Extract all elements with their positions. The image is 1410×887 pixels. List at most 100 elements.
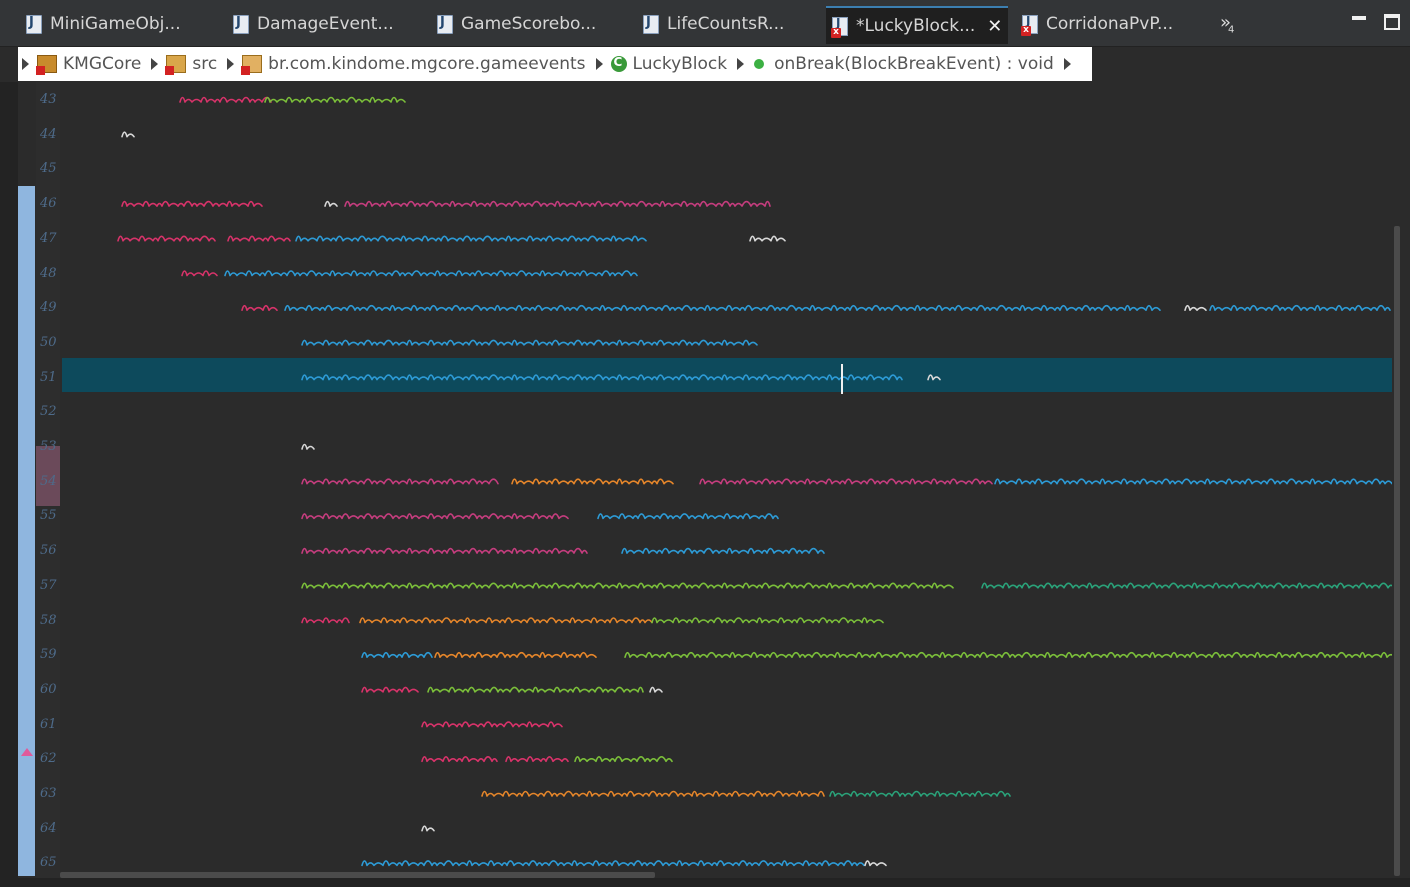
editor-bottom-edge bbox=[0, 878, 1410, 887]
code-token bbox=[361, 651, 433, 658]
overflow-count: 4 bbox=[1228, 24, 1235, 36]
chevron-right-icon[interactable] bbox=[151, 58, 159, 70]
tab-damageevent[interactable]: DamageEvent... bbox=[233, 6, 394, 42]
code-token bbox=[981, 582, 1392, 589]
minimize-icon[interactable] bbox=[1352, 16, 1366, 20]
line-number: 65 bbox=[40, 855, 57, 871]
obscured-code-text bbox=[117, 96, 1392, 867]
code-token bbox=[179, 96, 272, 103]
code-token bbox=[301, 513, 569, 520]
code-token bbox=[574, 756, 673, 763]
code-token bbox=[181, 270, 218, 277]
source-folder-icon bbox=[165, 55, 187, 75]
breadcrumb-label: LuckyBlock bbox=[632, 54, 728, 74]
code-token bbox=[324, 200, 338, 207]
code-token bbox=[597, 513, 779, 520]
code-token bbox=[421, 756, 498, 763]
code-token bbox=[1184, 304, 1207, 311]
chevron-right-icon[interactable] bbox=[737, 58, 745, 70]
line-number: 43 bbox=[40, 92, 57, 107]
chevron-right-icon[interactable] bbox=[227, 58, 235, 70]
line-number: 52 bbox=[40, 404, 57, 420]
vertical-scroll-thumb[interactable] bbox=[1394, 226, 1400, 876]
breadcrumb-package[interactable]: br.com.kindome.mgcore.gameevents bbox=[238, 47, 591, 81]
line-number: 59 bbox=[40, 647, 57, 663]
text-caret bbox=[841, 364, 843, 394]
breadcrumb-label: KMGCore bbox=[63, 54, 142, 74]
line-number: 46 bbox=[40, 196, 57, 212]
line-number: 56 bbox=[40, 543, 57, 559]
code-token bbox=[511, 478, 674, 485]
code-token bbox=[649, 686, 663, 693]
code-token bbox=[301, 617, 350, 624]
editor-left-margin bbox=[0, 82, 18, 887]
code-token bbox=[359, 617, 653, 624]
breadcrumb-label: br.com.kindome.mgcore.gameevents bbox=[268, 54, 586, 74]
quick-diff-bar bbox=[18, 186, 35, 876]
code-token bbox=[505, 756, 569, 763]
java-file-icon bbox=[437, 14, 453, 34]
line-number: 48 bbox=[40, 265, 57, 281]
breadcrumb-project[interactable]: KMGCore bbox=[33, 47, 147, 81]
tab-corridonapvp[interactable]: CorridonaPvP... bbox=[1021, 6, 1174, 42]
code-token bbox=[301, 374, 903, 381]
code-token bbox=[241, 304, 278, 311]
chevron-right-icon[interactable] bbox=[22, 58, 29, 70]
tab-label: *LuckyBlock... bbox=[856, 16, 976, 36]
code-token bbox=[301, 547, 588, 554]
tab-gamescoreboard[interactable]: GameScorebo... bbox=[437, 6, 596, 42]
code-token bbox=[829, 790, 1011, 797]
line-number: 61 bbox=[40, 716, 57, 732]
code-token bbox=[117, 235, 216, 242]
tab-label: GameScorebo... bbox=[461, 14, 597, 34]
code-token bbox=[295, 235, 647, 242]
line-number: 57 bbox=[40, 577, 57, 593]
override-marker-icon[interactable] bbox=[21, 748, 33, 756]
breadcrumb: KMGCore src br.com.kindome.mgcore.gameev… bbox=[18, 47, 1092, 81]
tab-minigameobj[interactable]: MiniGameObj... bbox=[26, 6, 181, 42]
code-token bbox=[224, 270, 638, 277]
tab-luckyblock[interactable]: *LuckyBlock... ✕ bbox=[826, 6, 1009, 44]
java-file-icon bbox=[643, 14, 659, 34]
line-number: 51 bbox=[40, 369, 57, 385]
breadcrumb-class[interactable]: LuckyBlock bbox=[607, 47, 734, 81]
chevron-right-icon[interactable] bbox=[1063, 58, 1071, 70]
close-icon[interactable]: ✕ bbox=[987, 16, 1002, 37]
code-token bbox=[301, 582, 954, 589]
maximize-icon[interactable] bbox=[1384, 14, 1400, 30]
code-token bbox=[361, 686, 419, 693]
line-number: 54 bbox=[40, 473, 57, 489]
chevron-double-right-icon: » bbox=[1220, 12, 1231, 33]
code-token bbox=[301, 443, 315, 450]
java-file-icon bbox=[26, 14, 42, 34]
code-token bbox=[624, 651, 1392, 658]
tab-label: CorridonaPvP... bbox=[1046, 14, 1174, 34]
code-token bbox=[651, 617, 884, 624]
java-file-error-icon bbox=[831, 16, 848, 38]
code-token bbox=[301, 339, 758, 346]
editor-tab-bar: MiniGameObj... DamageEvent... GameScoreb… bbox=[0, 0, 1410, 47]
code-token bbox=[227, 235, 291, 242]
code-token bbox=[1209, 304, 1391, 311]
java-file-error-icon bbox=[1021, 14, 1038, 36]
chevron-right-icon[interactable] bbox=[595, 58, 603, 70]
tab-overflow-button[interactable]: »4 bbox=[1220, 12, 1234, 36]
package-icon bbox=[241, 55, 263, 75]
tab-lifecounts[interactable]: LifeCountsR... bbox=[643, 6, 784, 42]
code-token bbox=[264, 96, 406, 103]
code-token bbox=[361, 860, 865, 867]
line-number: 58 bbox=[40, 612, 57, 628]
java-file-icon bbox=[233, 14, 249, 34]
breadcrumb-label: src bbox=[192, 54, 218, 74]
breadcrumb-src[interactable]: src bbox=[162, 47, 223, 81]
line-number: 50 bbox=[40, 334, 57, 350]
breadcrumb-method[interactable]: onBreak(BlockBreakEvent) : void bbox=[748, 47, 1060, 81]
code-token bbox=[301, 478, 499, 485]
tab-label: LifeCountsR... bbox=[667, 14, 785, 34]
code-editor[interactable] bbox=[60, 82, 1392, 878]
code-token bbox=[121, 200, 263, 207]
line-number: 63 bbox=[40, 786, 57, 801]
code-token bbox=[344, 200, 771, 207]
code-token bbox=[749, 235, 786, 242]
class-icon bbox=[610, 55, 627, 72]
